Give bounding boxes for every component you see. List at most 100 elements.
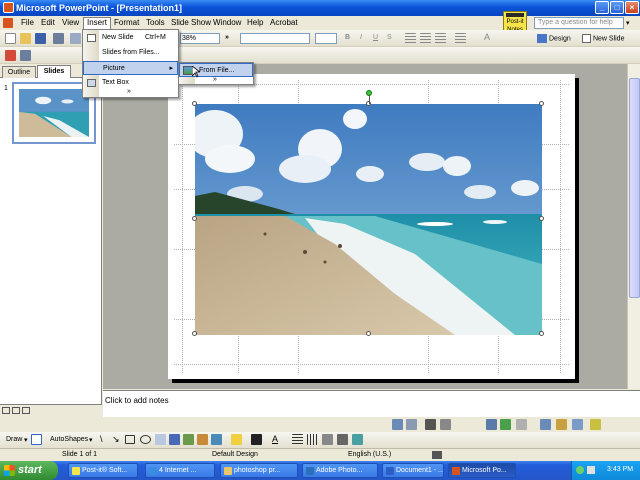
compress-icon[interactable]: [540, 419, 551, 430]
menu-format[interactable]: Format: [114, 18, 139, 27]
menu-expand-icon[interactable]: »: [127, 88, 131, 95]
zoom-field[interactable]: 38%: [180, 33, 220, 44]
rotate-icon[interactable]: [500, 419, 511, 430]
font-color-icon[interactable]: A: [272, 434, 278, 444]
tray-status-icon[interactable]: [576, 466, 584, 474]
open-folder-icon[interactable]: [20, 33, 31, 44]
document-icon[interactable]: [3, 18, 13, 28]
help-search-input[interactable]: Type a question for help: [534, 17, 624, 29]
resize-handle-top-left[interactable]: [192, 101, 197, 106]
toolbar-overflow-icon[interactable]: »: [225, 34, 229, 41]
underline-icon[interactable]: U: [373, 34, 378, 41]
powerpoint-app-icon[interactable]: [3, 2, 14, 13]
menu-item-slides-from-files[interactable]: Slides from Files...: [83, 46, 178, 60]
contrast-icon[interactable]: [425, 419, 436, 430]
clipart-icon[interactable]: [197, 434, 208, 445]
line-color-icon[interactable]: [251, 434, 262, 445]
spelling-status-icon[interactable]: [432, 451, 442, 459]
taskbar-button[interactable]: Post-it® Soft...: [68, 463, 138, 478]
design-button[interactable]: Design: [537, 34, 571, 43]
bold-icon[interactable]: B: [345, 34, 350, 41]
color-icon[interactable]: [406, 419, 417, 430]
draw-menu[interactable]: Draw: [6, 436, 22, 443]
shadow-icon[interactable]: S: [387, 34, 392, 41]
italic-icon[interactable]: I: [360, 34, 362, 41]
resize-handle-right[interactable]: [539, 216, 544, 221]
resize-handle-bottom-left[interactable]: [192, 331, 197, 336]
tab-slides[interactable]: Slides: [37, 65, 71, 78]
tab-outline[interactable]: Outline: [2, 66, 36, 78]
menu-file[interactable]: File: [21, 18, 34, 27]
font-size-field[interactable]: [315, 33, 337, 44]
help-dropdown-icon[interactable]: ▾: [626, 19, 630, 27]
menu-slide-show[interactable]: Slide Show: [171, 18, 211, 27]
resize-handle-left[interactable]: [192, 216, 197, 221]
menu-tools[interactable]: Tools: [146, 18, 165, 27]
wordart-icon[interactable]: [169, 434, 180, 445]
align-center-icon[interactable]: [420, 33, 431, 44]
start-button[interactable]: start: [0, 461, 58, 480]
secondary-tool-icon[interactable]: [5, 50, 16, 61]
menu-item-from-file[interactable]: From File...: [179, 63, 253, 77]
taskbar-button-active[interactable]: Microsoft Po...: [448, 463, 516, 478]
align-right-icon[interactable]: [435, 33, 446, 44]
close-button[interactable]: ×: [625, 1, 639, 14]
menu-acrobat[interactable]: Acrobat: [270, 18, 298, 27]
notes-pane[interactable]: Click to add notes: [103, 390, 640, 417]
menu-item-new-slide[interactable]: New Slide Ctrl+M: [83, 31, 178, 45]
taskbar-button[interactable]: Adobe Photo...: [302, 463, 378, 478]
resize-handle-bottom[interactable]: [366, 331, 371, 336]
crop-icon[interactable]: [486, 419, 497, 430]
set-transparent-icon[interactable]: [590, 419, 601, 430]
save-icon[interactable]: [35, 33, 46, 44]
arrow-icon[interactable]: ↘: [112, 434, 120, 445]
taskbar-button[interactable]: Document1 - ...: [382, 463, 444, 478]
minimize-button[interactable]: _: [595, 1, 609, 14]
line-style-menu-icon[interactable]: [292, 434, 303, 445]
format-picture-icon[interactable]: [572, 419, 583, 430]
line-icon[interactable]: \: [100, 434, 103, 444]
slide-sorter-icon[interactable]: [12, 407, 20, 414]
menu-help[interactable]: Help: [247, 18, 263, 27]
scrollbar-thumb[interactable]: [629, 78, 640, 298]
font-name-field[interactable]: [240, 33, 310, 44]
insert-picture-icon[interactable]: [392, 419, 403, 430]
rotation-handle[interactable]: [366, 90, 372, 96]
align-left-icon[interactable]: [405, 33, 416, 44]
new-slide-button[interactable]: New Slide: [582, 34, 624, 43]
diagram-icon[interactable]: [183, 434, 194, 445]
fill-color-icon[interactable]: [231, 434, 242, 445]
menu-window[interactable]: Window: [213, 18, 241, 27]
numbering-icon[interactable]: [455, 33, 466, 44]
line-style-icon[interactable]: [516, 419, 527, 430]
submenu-expand-icon[interactable]: »: [213, 76, 217, 83]
taskbar-button[interactable]: 4 Internet ...: [145, 463, 215, 478]
menu-view[interactable]: View: [62, 18, 79, 27]
resize-handle-top-right[interactable]: [539, 101, 544, 106]
resize-handle-bottom-right[interactable]: [539, 331, 544, 336]
slideshow-view-icon[interactable]: [22, 407, 30, 414]
select-pointer-icon[interactable]: [31, 434, 42, 445]
autoshapes-dropdown-icon[interactable]: ▾: [89, 436, 93, 444]
beach-photo[interactable]: [195, 104, 542, 335]
brightness-icon[interactable]: [440, 419, 451, 430]
shadow-style-icon[interactable]: [337, 434, 348, 445]
recolor-icon[interactable]: [556, 419, 567, 430]
oval-icon[interactable]: [140, 435, 151, 444]
picture-icon[interactable]: [211, 434, 222, 445]
menu-item-picture[interactable]: Picture ▸: [83, 61, 178, 75]
maximize-button[interactable]: □: [610, 1, 624, 14]
textbox-icon[interactable]: [155, 434, 166, 445]
dash-style-icon[interactable]: [307, 434, 318, 445]
new-doc-icon[interactable]: [5, 33, 16, 44]
preview-icon[interactable]: [70, 33, 81, 44]
draw-dropdown-icon[interactable]: ▾: [24, 436, 28, 444]
rectangle-icon[interactable]: [125, 435, 135, 444]
font-size-increase-icon[interactable]: A: [484, 32, 490, 42]
normal-view-icon[interactable]: [2, 407, 10, 414]
secondary-tool-2-icon[interactable]: [20, 50, 31, 61]
vertical-scrollbar[interactable]: [627, 64, 640, 389]
tray-network-icon[interactable]: [587, 466, 595, 474]
arrow-style-icon[interactable]: [322, 434, 333, 445]
autoshapes-menu[interactable]: AutoShapes: [50, 436, 88, 443]
